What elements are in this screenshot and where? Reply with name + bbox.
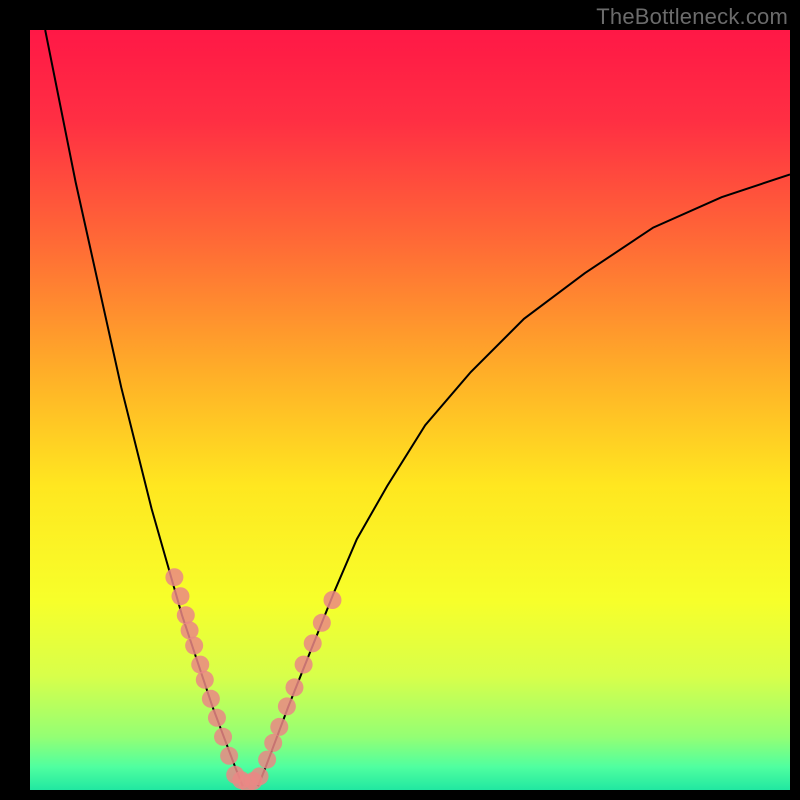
data-point	[264, 734, 282, 752]
data-point	[220, 747, 238, 765]
data-point	[278, 697, 296, 715]
data-point	[258, 751, 276, 769]
data-point	[165, 568, 183, 586]
data-point	[214, 728, 232, 746]
data-point	[177, 606, 195, 624]
data-point	[323, 591, 341, 609]
gradient-background	[30, 30, 790, 790]
data-point	[313, 614, 331, 632]
data-point	[285, 678, 303, 696]
plot-area	[30, 30, 790, 790]
watermark-text: TheBottleneck.com	[596, 4, 788, 30]
data-point	[251, 767, 269, 785]
data-point	[191, 656, 209, 674]
data-point	[185, 637, 203, 655]
data-point	[171, 587, 189, 605]
data-point	[270, 718, 288, 736]
chart-frame: TheBottleneck.com	[0, 0, 800, 800]
chart-svg	[30, 30, 790, 790]
data-point	[295, 656, 313, 674]
data-point	[202, 690, 220, 708]
data-point	[304, 634, 322, 652]
data-point	[208, 709, 226, 727]
data-point	[196, 671, 214, 689]
data-point	[181, 621, 199, 639]
